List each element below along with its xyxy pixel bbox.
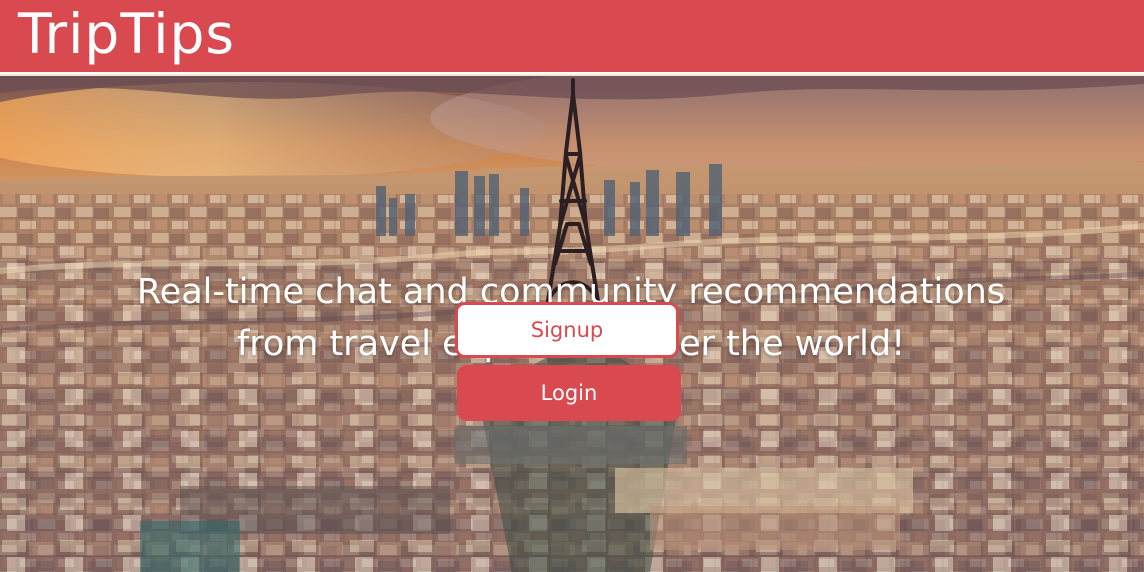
login-button[interactable]: Login xyxy=(457,365,681,421)
brand-logo[interactable]: TripTips xyxy=(18,1,235,67)
landing-page: TripTips Real-time chat and community re… xyxy=(0,0,1144,572)
top-navigation-bar: TripTips xyxy=(0,0,1144,74)
signup-button[interactable]: Signup xyxy=(455,302,679,358)
